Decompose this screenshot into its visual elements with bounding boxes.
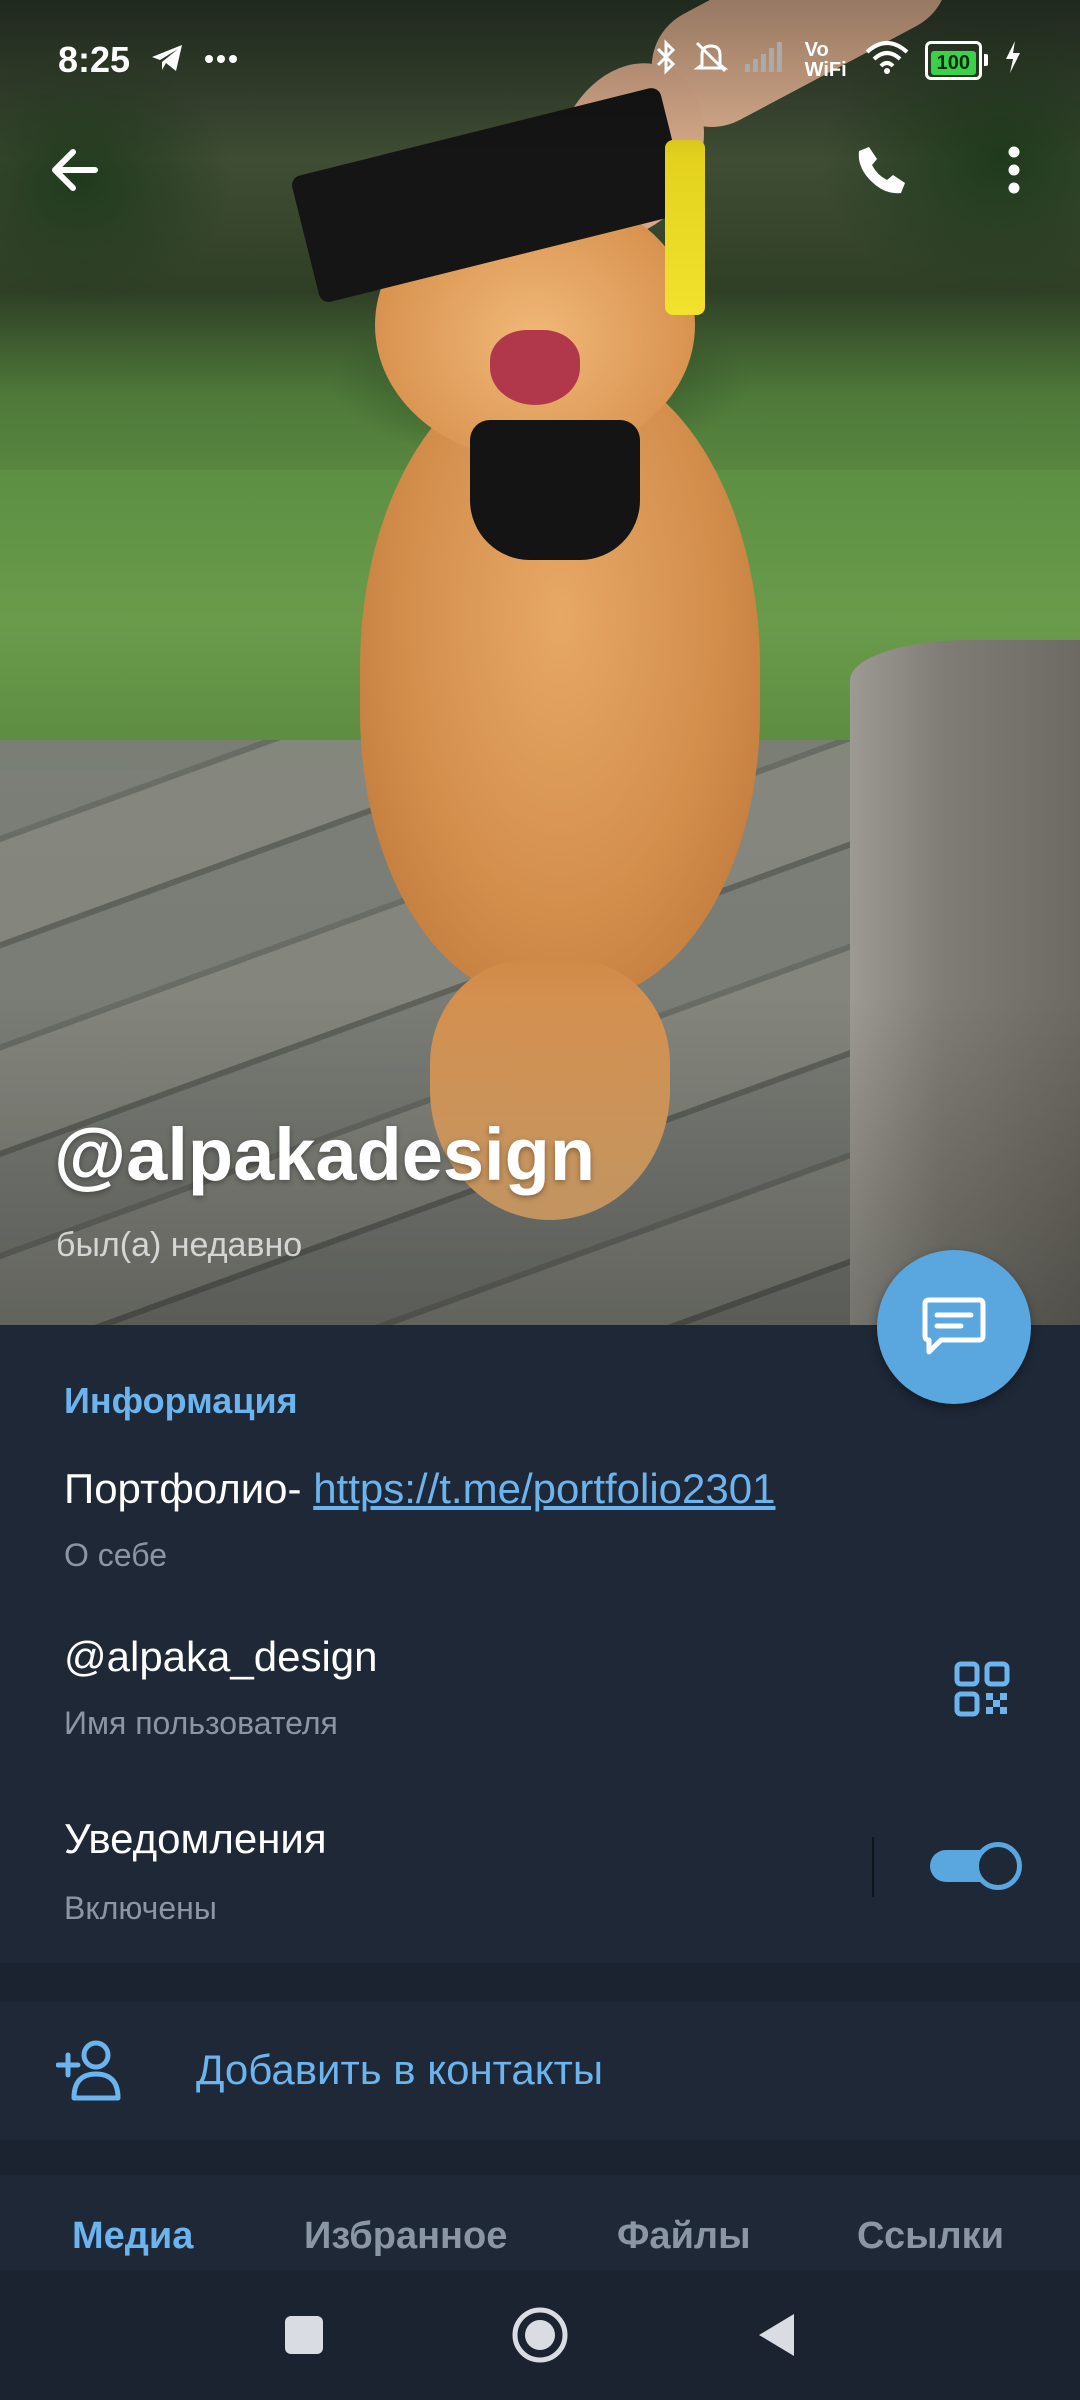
username-label: Имя пользователя xyxy=(64,1705,338,1741)
portfolio-link[interactable]: https://t.me/portfolio2301 xyxy=(313,1465,775,1512)
back-nav-button[interactable] xyxy=(738,2297,814,2373)
telegram-icon xyxy=(150,43,184,78)
status-left: 8:25 xyxy=(58,39,238,81)
home-circle-icon xyxy=(512,2307,568,2363)
status-right: Vo WiFi 100 xyxy=(655,38,1022,82)
back-arrow-icon xyxy=(52,149,98,191)
vowifi-label: Vo WiFi xyxy=(804,39,847,81)
more-menu-button[interactable] xyxy=(974,130,1054,210)
notifications-toggle[interactable] xyxy=(928,1839,1024,1893)
chat-icon xyxy=(922,1297,986,1355)
info-section: Информация Портфолио- https://t.me/portf… xyxy=(0,1325,1080,1963)
more-dots-icon xyxy=(204,51,238,69)
profile-last-seen: был(а) недавно xyxy=(56,1226,303,1264)
tab-favorites[interactable]: Избранное xyxy=(304,2215,507,2258)
top-toolbar xyxy=(0,120,1080,220)
system-nav-bar xyxy=(0,2270,1080,2400)
message-button[interactable] xyxy=(877,1250,1031,1404)
username-value[interactable]: @alpaka_design xyxy=(64,1633,378,1681)
square-icon xyxy=(285,2316,323,2354)
tab-links[interactable]: Ссылки xyxy=(857,2215,1004,2258)
notifications-status: Включены xyxy=(64,1890,217,1926)
add-contact-button[interactable]: Добавить в контакты xyxy=(0,2002,1080,2140)
bio-row: Портфолио- https://t.me/portfolio2301 xyxy=(64,1465,775,1513)
tab-media[interactable]: Медиа xyxy=(72,2215,193,2258)
notifications-divider xyxy=(872,1837,874,1897)
back-button[interactable] xyxy=(34,130,114,210)
battery-level: 100 xyxy=(930,50,976,75)
add-contact-label: Добавить в контакты xyxy=(196,2046,604,2093)
battery-nub xyxy=(984,54,988,66)
battery-box: 100 xyxy=(924,40,982,80)
phone-icon xyxy=(858,147,905,194)
signal-icon xyxy=(744,41,789,79)
charging-icon xyxy=(1004,40,1022,80)
wifi-icon xyxy=(865,40,909,81)
battery-icon: 100 xyxy=(924,40,988,80)
qr-code-icon[interactable] xyxy=(954,1661,1010,1717)
bio-prefix: Портфолио- xyxy=(64,1465,314,1512)
mute-icon xyxy=(693,39,729,82)
recents-button[interactable] xyxy=(266,2297,342,2373)
status-time: 8:25 xyxy=(58,39,131,80)
shared-media-tabs: Медиа Избранное Файлы Ссылки xyxy=(0,2175,1080,2270)
status-bar: 8:25 Vo WiFi 100 xyxy=(0,0,1080,120)
call-button[interactable] xyxy=(842,130,922,210)
home-button[interactable] xyxy=(502,2297,578,2373)
more-vertical-icon xyxy=(1008,146,1020,194)
triangle-back-icon xyxy=(759,2314,794,2356)
notifications-label[interactable]: Уведомления xyxy=(64,1815,327,1863)
toggle-knob xyxy=(974,1842,1022,1890)
bluetooth-icon xyxy=(655,38,677,82)
bio-label: О себе xyxy=(64,1537,167,1573)
info-title: Информация xyxy=(64,1380,298,1421)
add-person-icon xyxy=(55,2038,126,2102)
tab-files[interactable]: Файлы xyxy=(617,2215,751,2258)
profile-name: @alpakadesign xyxy=(54,1113,596,1196)
